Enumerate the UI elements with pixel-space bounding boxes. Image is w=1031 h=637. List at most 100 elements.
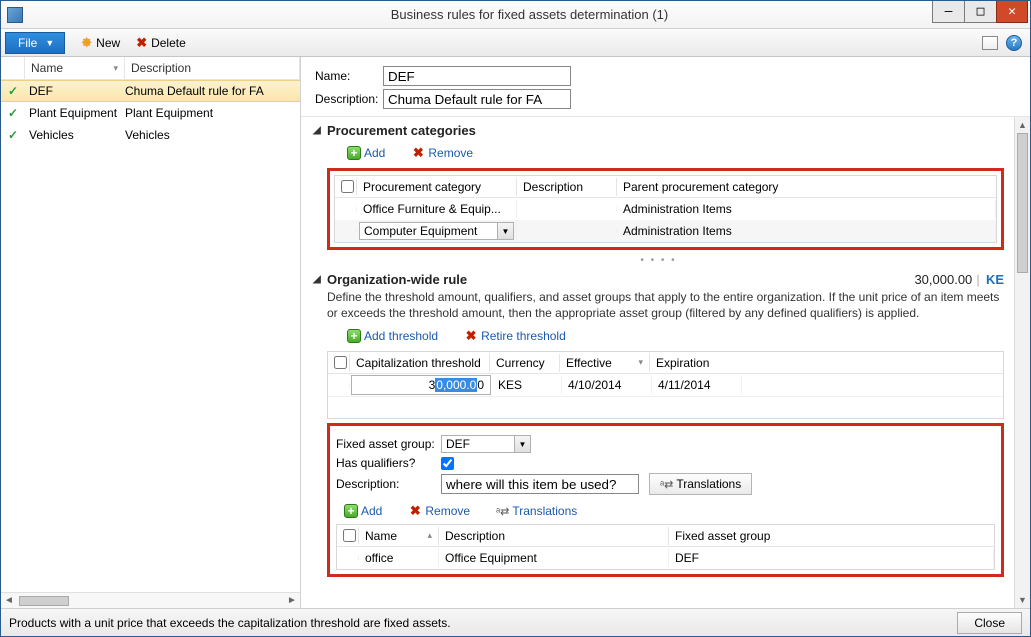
scroll-up-icon[interactable]: ▲ [1015,117,1030,133]
h-scrollbar[interactable]: ◄ ► [1,592,300,608]
thr-col-check[interactable] [328,354,350,371]
thr-col-cur[interactable]: Currency [490,354,560,372]
check-icon: ✓ [1,106,25,120]
rule-desc: Plant Equipment [125,106,300,120]
org-section-header[interactable]: ◢ Organization-wide rule 30,000.00 | KE [313,272,1004,287]
close-button[interactable]: Close [957,612,1022,634]
scroll-thumb[interactable] [19,596,69,606]
proc-category: Office Furniture & Equip... [357,200,517,218]
qualifier-description-input[interactable] [441,474,639,494]
thr-col-eff[interactable]: Effective▾ [560,354,650,372]
window-close-button[interactable]: ✕ [996,1,1028,23]
qualifier-row[interactable]: office Office Equipment DEF [337,547,994,569]
qdesc-label: Description: [336,477,441,491]
col-check[interactable] [1,57,25,79]
splitter-handle[interactable]: • • • • [313,254,1004,268]
threshold-expiration: 4/11/2014 [652,376,742,394]
delete-x-icon: ✖ [136,35,147,51]
help-icon[interactable]: ? [1006,35,1022,51]
proc-row[interactable]: Office Furniture & Equip... Administrati… [335,198,996,220]
scroll-thumb[interactable] [1017,133,1028,273]
chevron-down-icon[interactable]: ▼ [497,223,513,239]
threshold-selection: 0,000.0 [435,378,477,392]
select-all-checkbox[interactable] [341,180,354,193]
procurement-highlight-box: Procurement category Description Parent … [327,168,1004,250]
retire-threshold-button[interactable]: ✖Retire threshold [456,325,574,347]
add-threshold-button[interactable]: +Add threshold [339,325,446,347]
procurement-section-header[interactable]: ◢ Procurement categories [313,123,1004,138]
threshold-effective: 4/10/2014 [562,376,652,394]
thr-col-cap[interactable]: Capitalization threshold [350,354,490,372]
rule-name: Plant Equipment [25,106,125,120]
fag-dropdown[interactable]: DEF ▼ [441,435,531,453]
sort-arrow-icon: ▾ [638,357,643,368]
currency-ke: KE [986,272,1004,287]
description-input[interactable] [383,89,571,109]
scroll-right-icon[interactable]: ► [284,595,300,606]
qual-col-name[interactable]: Name▴ [359,527,439,545]
select-all-checkbox[interactable] [343,529,356,542]
scroll-track[interactable] [1015,133,1030,592]
grid-view-icon[interactable] [982,36,998,50]
minimize-button[interactable]: — [932,1,964,23]
qualifier-highlight-box: Fixed asset group: DEF ▼ Has qualifiers?… [327,423,1004,577]
file-menu-button[interactable]: File ▼ [5,32,65,54]
select-all-checkbox[interactable] [334,356,347,369]
qualifier-remove-button[interactable]: ✖Remove [400,500,478,522]
delete-button[interactable]: ✖ Delete [128,32,194,54]
proc-parent: Administration Items [617,222,996,240]
rule-row[interactable]: ✓ DEF Chuma Default rule for FA [1,80,300,102]
proc-col-parent[interactable]: Parent procurement category [617,178,996,196]
delete-label: Delete [151,36,186,50]
plus-icon: + [347,329,361,343]
threshold-row-empty [328,396,1003,418]
rule-row[interactable]: ✓ Vehicles Vehicles [1,124,300,146]
maximize-button[interactable]: □ [964,1,996,23]
threshold-row[interactable]: 30,000.00 KES 4/10/2014 4/11/2014 [328,374,1003,396]
chevron-down-icon: ▼ [45,38,54,48]
proc-col-desc[interactable]: Description [517,178,617,196]
org-section-description: Define the threshold amount, qualifiers,… [327,289,1004,321]
scroll-area: ◢ Procurement categories +Add ✖Remove Pr… [301,116,1030,608]
remove-x-icon: ✖ [464,329,478,343]
remove-x-icon: ✖ [411,146,425,160]
col-description[interactable]: Description [125,57,300,79]
sort-arrow-icon: ▴ [427,530,432,541]
file-menu-label: File [18,36,37,50]
toolbar: File ▼ ✸ New ✖ Delete ? [1,29,1030,57]
qual-col-fag[interactable]: Fixed asset group [669,527,994,545]
col-name[interactable]: Name▾ [25,57,125,79]
expander-icon: ◢ [313,125,323,136]
qual-col-desc[interactable]: Description [439,527,669,545]
title-bar: Business rules for fixed assets determin… [1,1,1030,29]
translations-icon: ᵃ⇄ [496,505,509,518]
check-icon: ✓ [1,84,25,98]
qualifier-translations-button[interactable]: ᵃ⇄Translations [488,500,585,522]
proc-remove-button[interactable]: ✖Remove [403,142,481,164]
threshold-currency: KES [492,376,562,394]
scroll-left-icon[interactable]: ◄ [1,595,17,606]
proc-row[interactable]: Computer Equipment ▼ Administration Item… [335,220,996,242]
rule-desc: Vehicles [125,128,300,142]
has-qualifiers-checkbox[interactable] [441,457,454,470]
new-button[interactable]: ✸ New [73,32,128,54]
proc-add-button[interactable]: +Add [339,142,393,164]
section-title: Organization-wide rule [327,272,467,287]
rule-row[interactable]: ✓ Plant Equipment Plant Equipment [1,102,300,124]
qualifier-add-button[interactable]: +Add [336,500,390,522]
rule-grid: Name▾ Description ✓ DEF Chuma Default ru… [1,57,300,592]
qual-col-check[interactable] [337,527,359,544]
chevron-down-icon[interactable]: ▼ [514,436,530,452]
form-header: Name: Description: [301,57,1030,116]
threshold-value-cell[interactable]: 30,000.00 [351,375,491,395]
scroll-down-icon[interactable]: ▼ [1015,592,1030,608]
thr-col-exp[interactable]: Expiration [650,354,740,372]
status-text: Products with a unit price that exceeds … [9,616,451,630]
proc-category-dropdown[interactable]: Computer Equipment ▼ [359,222,514,240]
v-scrollbar[interactable]: ▲ ▼ [1014,117,1030,608]
proc-col-category[interactable]: Procurement category [357,178,517,196]
name-input[interactable] [383,66,571,86]
translations-button[interactable]: ᵃ⇄ Translations [649,473,752,495]
proc-col-check[interactable] [335,178,357,195]
qualifier-name: office [359,549,439,567]
